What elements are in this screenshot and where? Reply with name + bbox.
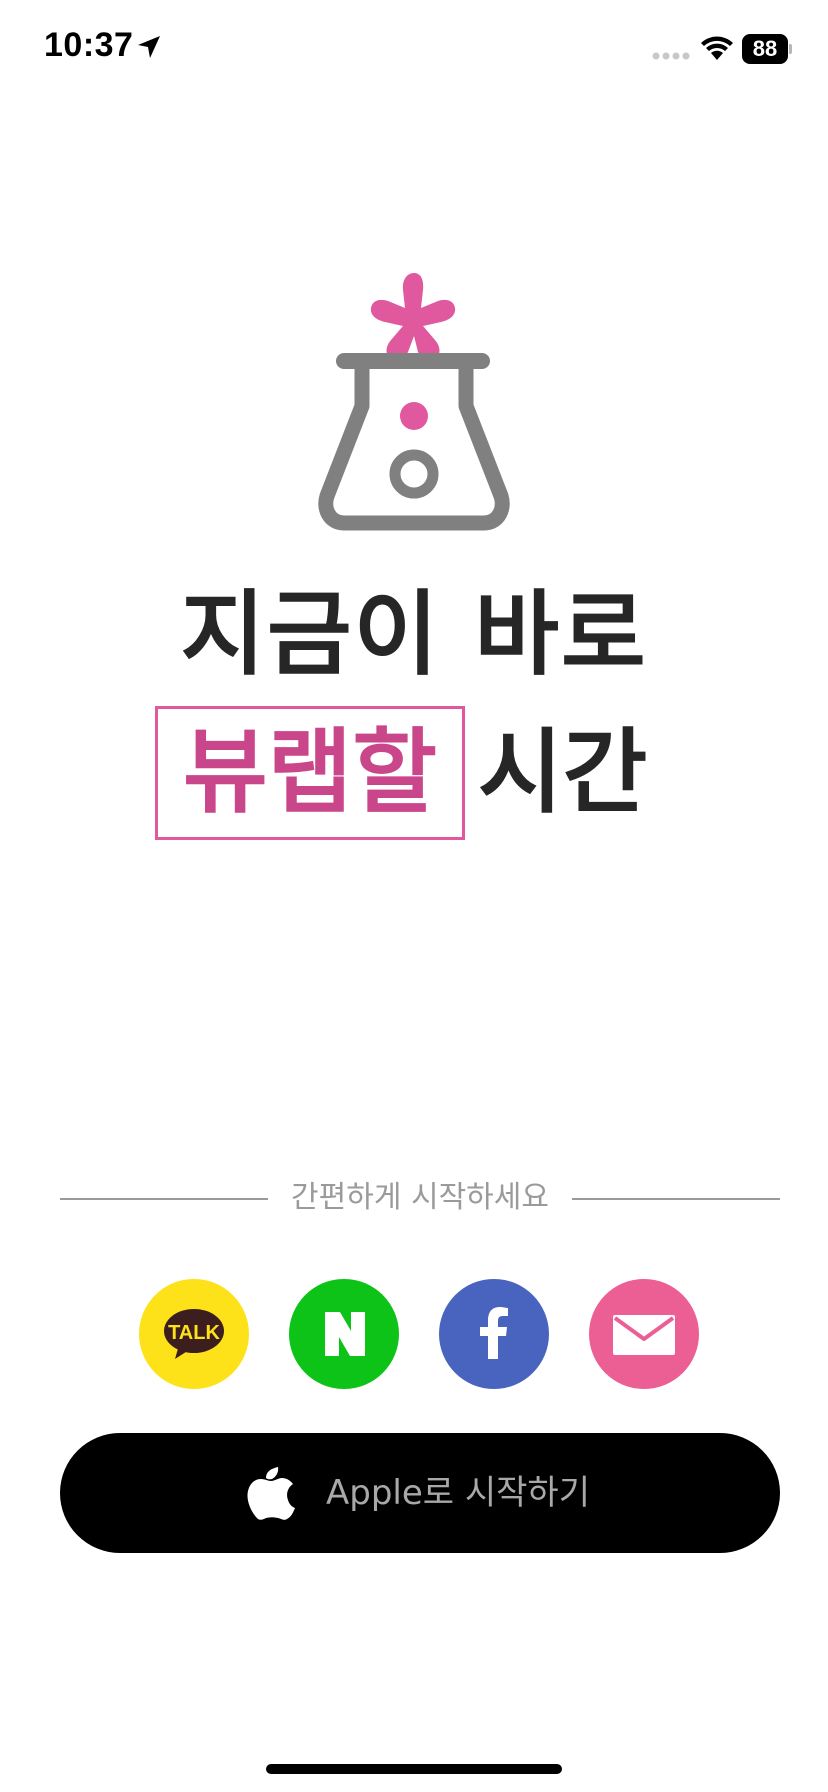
status-time: 10:37: [44, 26, 134, 64]
divider-text: 간편하게 시작하세요: [291, 1180, 549, 1215]
location-arrow-icon: [138, 36, 160, 58]
facebook-icon: [480, 1307, 508, 1359]
envelope-icon: [613, 1315, 675, 1355]
battery-level: 88: [752, 36, 778, 61]
apple-login-label: Apple로 시작하기: [326, 1473, 590, 1513]
apple-icon: [247, 1467, 295, 1520]
facebook-login-button[interactable]: [439, 1279, 549, 1389]
social-login-row: TALK: [139, 1279, 701, 1389]
login-divider: 간편하게 시작하세요: [60, 1178, 780, 1218]
asterisk-icon: [370, 273, 456, 361]
divider-line-right: [572, 1198, 780, 1200]
kakao-talk-label: TALK: [168, 1322, 220, 1344]
apple-login-button[interactable]: Apple로 시작하기: [60, 1433, 780, 1553]
battery-indicator: 88: [742, 34, 792, 64]
headline-suffix: 시간: [478, 719, 648, 826]
headline-highlight: 뷰랩할: [183, 719, 437, 826]
wifi-icon: [701, 36, 733, 60]
naver-login-button[interactable]: [289, 1279, 399, 1389]
cellular-signal-icon: [652, 52, 690, 60]
home-indicator[interactable]: [266, 1764, 562, 1774]
naver-icon: [325, 1312, 365, 1356]
beaker-flask-logo: [318, 273, 510, 531]
kakao-talk-icon: TALK: [164, 1309, 224, 1359]
headline-line-1: 지금이 바로: [180, 581, 648, 688]
status-bar: 10:37 88: [0, 0, 828, 100]
email-login-button[interactable]: [589, 1279, 699, 1389]
headline-line-2: 뷰랩할 시간: [0, 706, 828, 846]
divider-line-left: [60, 1198, 268, 1200]
kakao-login-button[interactable]: TALK: [139, 1279, 249, 1389]
battery-cap: [789, 44, 792, 54]
